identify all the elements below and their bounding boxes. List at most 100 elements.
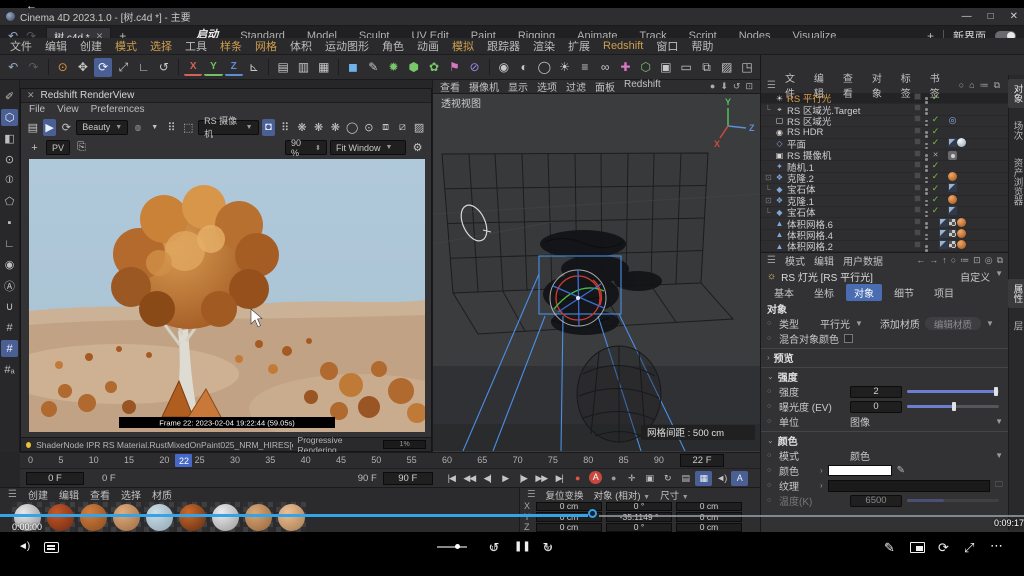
video-progress-played[interactable] [0,514,588,517]
record-parameter[interactable]: ▤ [677,471,694,486]
phong-tag[interactable] [939,218,948,227]
search-icon[interactable]: ○ [959,80,964,91]
mato-tag[interactable] [948,195,957,204]
viewport-shading-icon[interactable]: ● [710,81,715,92]
menu-item[interactable]: 运动图形 [325,38,369,54]
chk-tag[interactable] [931,93,940,102]
coord-grip-icon[interactable]: ☰ [527,489,536,500]
menu-item[interactable]: 扩展 [568,38,590,54]
snapshot-b-icon[interactable]: ❋ [312,119,326,136]
prev-frame[interactable]: ◀| [479,471,496,486]
viewport-menu-item[interactable]: 选项 [537,79,557,94]
tgt-tag[interactable] [948,116,957,125]
color-picker-icon[interactable]: ✎ [897,465,905,476]
sq-tag[interactable] [913,92,922,101]
phong-tag[interactable] [948,183,957,192]
snapshot-grid-icon[interactable]: ⠿ [278,119,292,136]
hierarchy-icon[interactable]: ⊡ [765,196,774,205]
object-name[interactable]: RS 区域光 [787,114,831,128]
material-tile[interactable] [78,502,108,532]
pixel-grid-icon[interactable]: ⠿ [165,119,179,136]
viewport-menu-item[interactable]: Redshift [624,79,661,94]
material-tile[interactable] [144,502,174,532]
material-tile[interactable] [276,502,306,532]
polygons-mode[interactable]: ⬠ [1,193,18,210]
dots-tag[interactable] [922,119,931,128]
am-tab[interactable]: 坐标 [806,284,842,301]
chk-tag[interactable] [931,172,940,181]
rotation-field[interactable]: -35.1149 ° [606,512,672,522]
hierarchy-icon[interactable]: ⊡ [765,173,774,182]
snap[interactable]: ∪ [1,298,18,315]
start-ipr-icon[interactable]: ▶ [43,119,57,136]
range-end-field[interactable]: 90 F [383,472,433,485]
tweak-mode[interactable]: ✐ [1,88,18,105]
sq-tag[interactable] [913,114,922,123]
snapshot-a-icon[interactable]: ❋ [295,119,309,136]
sq-tag[interactable] [913,126,922,135]
type-value[interactable]: 平行光 [820,316,850,331]
model-mode[interactable]: ⬡ [1,109,18,126]
chk-tag[interactable] [931,184,940,193]
rotate[interactable]: ⟳ [94,58,112,77]
menu-item[interactable]: 帮助 [691,38,713,54]
sq-tag[interactable] [913,149,922,158]
material-tile[interactable] [210,502,240,532]
diagonal-icon[interactable]: ⧄ [395,119,409,136]
menu-item[interactable]: 角色 [382,38,404,54]
axis-z[interactable]: Z [225,59,243,76]
menu-item[interactable]: 跟踪器 [487,38,520,54]
material-tile[interactable] [45,502,75,532]
position-field[interactable]: 0 cm [536,523,602,533]
viewport-menu-item[interactable]: 摄像机 [469,79,499,94]
light-moon[interactable]: ◐ [515,58,533,77]
maximize-button[interactable]: □ [988,11,994,22]
keyframe-selection[interactable]: ● [605,471,622,486]
menu-item[interactable]: 工具 [185,38,207,54]
axis-x[interactable]: X [184,59,202,76]
intensity-slider[interactable] [907,390,999,393]
sq-tag[interactable] [913,160,922,169]
fit-dropdown[interactable]: Fit Window▼ [330,140,406,155]
side-tab[interactable]: 属性 [1008,279,1024,308]
material-tile[interactable] [177,502,207,532]
renderview-close-icon[interactable]: ✕ [27,90,35,101]
rotation-field[interactable]: 0 ° [606,523,672,533]
gear-icon[interactable]: ⚙ [409,139,426,156]
live-selection[interactable]: ⊙ [54,58,72,77]
sq-tag[interactable] [913,103,922,112]
autokey[interactable]: A [589,471,602,484]
close-button[interactable]: ✕ [1010,11,1018,22]
next-frame[interactable]: |▶ [515,471,532,486]
constraint[interactable]: ∞ [596,58,614,77]
play[interactable]: ▶ [497,471,514,486]
sq-tag[interactable] [913,183,922,192]
material-menu-item[interactable]: 材质 [152,487,172,502]
menu-item[interactable]: 模式 [115,38,137,54]
backdrop[interactable]: ▭ [677,58,695,77]
menu-item[interactable]: 模拟 [452,38,474,54]
material-menu-item[interactable]: 查看 [90,487,110,502]
viewport-menu-item[interactable]: 过滤 [566,79,586,94]
hierarchy-icon[interactable]: └ [765,185,774,194]
section-intensity[interactable]: ⌄强度 [761,369,1009,384]
object-tags[interactable] [913,240,1009,253]
nodes[interactable]: ⧉ [697,58,715,77]
reset-transform-button[interactable]: 复位变换 [546,488,584,502]
size-field[interactable]: 0 cm [676,512,742,522]
menu-item[interactable]: 窗口 [656,38,678,54]
dots-tag[interactable] [922,210,931,219]
pip-icon[interactable] [910,542,925,553]
compare-mode-icon[interactable]: ◯ [345,119,359,136]
menu-item[interactable]: 选择 [150,38,172,54]
goto-start[interactable]: |◀ [443,471,460,486]
pass-dropdown[interactable]: Beauty▼ [76,120,128,135]
am-tab[interactable]: 基本 [766,284,802,301]
add-material-button[interactable]: 添加材质 [880,316,920,331]
undo[interactable]: ↶ [4,58,22,77]
texture-field[interactable] [828,480,990,492]
mato-tag[interactable] [957,229,966,238]
section-preview[interactable]: ›预览 [761,350,1009,365]
mato-tag[interactable] [948,172,957,181]
menu-item[interactable]: 动画 [417,38,439,54]
